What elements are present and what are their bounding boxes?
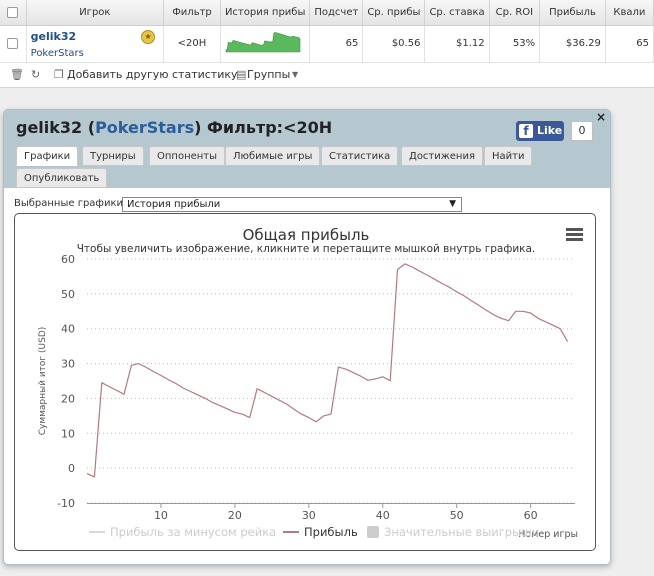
chart-menu-icon[interactable] xyxy=(566,228,583,241)
facebook-like-count: 0 xyxy=(571,121,593,141)
column-header-profit-history[interactable]: История прибы xyxy=(220,0,311,26)
profit-cell: $36.29 xyxy=(539,25,606,63)
chart-select[interactable]: История прибыли ▼ xyxy=(122,197,462,212)
tab-favorite-games[interactable]: Любимые игры xyxy=(225,146,321,166)
dialog-header: gelik32 (PokerStars) Фильтр:<20H f Like … xyxy=(4,110,610,188)
stats-panel: Игрок Фильтр История прибы Подсчет Ср. п… xyxy=(0,0,654,88)
tab-achievements[interactable]: Достижения xyxy=(401,146,483,166)
player-name-link[interactable]: gelik32 xyxy=(31,30,159,43)
add-stats-link[interactable]: Добавить другую статистику xyxy=(67,68,238,81)
x-tick-label: 30 xyxy=(302,509,316,522)
avg-stake-cell: $1.12 xyxy=(424,25,490,63)
profit-sparkline[interactable] xyxy=(225,30,303,54)
profit-history-cell[interactable] xyxy=(220,25,311,63)
row-checkbox[interactable] xyxy=(7,37,19,49)
groups-chevron-down-icon[interactable]: ▼ xyxy=(292,70,298,79)
column-header-avg-profit[interactable]: Ср. прибы xyxy=(362,0,426,26)
select-all-header[interactable] xyxy=(0,0,27,26)
tab-opponents[interactable]: Оппоненты xyxy=(149,146,226,166)
chart-select-label: Выбранные графики: xyxy=(14,198,127,209)
select-all-checkbox[interactable] xyxy=(7,6,19,18)
dialog-title-player: gelik32 xyxy=(16,118,83,137)
chart-title: Общая прибыль xyxy=(243,226,370,244)
refresh-icon[interactable]: ↻ xyxy=(31,68,40,81)
legend-symbol-big-wins xyxy=(367,526,379,538)
y-tick-label: 0 xyxy=(68,462,75,475)
add-column-icon: ❐ xyxy=(54,68,64,81)
tab-tournaments[interactable]: Турниры xyxy=(82,146,144,166)
close-icon[interactable]: × xyxy=(596,110,606,124)
legend-item-profit: Прибыль xyxy=(304,525,358,539)
dialog-title: gelik32 (PokerStars) Фильтр:<20H xyxy=(16,118,332,137)
chart-select-value: История прибыли xyxy=(127,199,221,210)
column-header-qualified[interactable]: Квали xyxy=(605,0,654,26)
y-tick-label: 10 xyxy=(61,427,75,440)
column-header-profit[interactable]: Прибыль xyxy=(539,0,606,26)
x-tick-label: 60 xyxy=(524,509,538,522)
avg-profit-cell: $0.56 xyxy=(362,25,426,63)
qualified-cell: 65 xyxy=(605,25,654,63)
player-site-link[interactable]: PokerStars xyxy=(31,48,159,59)
table-row: gelik32 PokerStars ★ <20H 65 $0.56 $1.12… xyxy=(0,25,654,63)
stats-toolbar: 🗑 ↻ ❐ Добавить другую статистику ▤ Групп… xyxy=(0,65,654,85)
tab-statistics[interactable]: Статистика xyxy=(321,146,399,166)
column-header-avg-roi[interactable]: Ср. ROI xyxy=(489,0,541,26)
dialog-title-open: ( xyxy=(87,118,96,137)
y-tick-label: -10 xyxy=(57,497,75,510)
avg-roi-cell: 53% xyxy=(489,25,541,63)
y-tick-label: 30 xyxy=(61,358,75,371)
row-checkbox-cell[interactable] xyxy=(0,25,27,63)
y-tick-label: 50 xyxy=(61,288,75,301)
dialog-title-site[interactable]: PokerStars xyxy=(95,118,194,137)
facebook-icon: f xyxy=(519,124,533,138)
dialog-title-filter: Фильтр:<20H xyxy=(207,118,333,137)
groups-menu[interactable]: Группы xyxy=(247,68,290,81)
trash-icon[interactable]: 🗑 xyxy=(10,68,24,81)
stats-table: Игрок Фильтр История прибы Подсчет Ср. п… xyxy=(0,0,654,63)
series-line-profit xyxy=(86,263,569,478)
tab-search[interactable]: Найти xyxy=(484,146,533,166)
column-header-filter[interactable]: Фильтр xyxy=(163,0,221,26)
player-dialog: gelik32 (PokerStars) Фильтр:<20H f Like … xyxy=(3,109,611,565)
tab-publish[interactable]: Опубликовать xyxy=(16,168,108,188)
groups-icon: ▤ xyxy=(236,68,247,81)
x-tick-label: 40 xyxy=(376,509,390,522)
legend-item-net-profit: Прибыль за минусом рейка xyxy=(110,525,276,539)
y-tick-label: 20 xyxy=(61,392,75,405)
chart-subtitle: Чтобы увеличить изображение, кликните и … xyxy=(77,243,536,255)
table-header-row: Игрок Фильтр История прибы Подсчет Ср. п… xyxy=(0,0,654,26)
profit-chart[interactable]: Общая прибыльЧтобы увеличить изображение… xyxy=(15,214,596,551)
y-tick-label: 40 xyxy=(61,323,75,336)
y-tick-label: 60 xyxy=(61,253,75,266)
achievement-badge-icon: ★ xyxy=(141,29,156,44)
column-header-player[interactable]: Игрок xyxy=(26,0,165,26)
column-header-avg-stake[interactable]: Ср. ставка xyxy=(424,0,490,26)
count-cell: 65 xyxy=(309,25,364,63)
column-header-count[interactable]: Подсчет xyxy=(309,0,364,26)
facebook-like-button[interactable]: f Like xyxy=(516,121,564,141)
y-axis-label: Суммарный итог (USD) xyxy=(38,327,48,436)
facebook-like-label: Like xyxy=(537,124,563,137)
tab-charts[interactable]: Графики xyxy=(16,146,79,166)
player-cell: gelik32 PokerStars ★ xyxy=(26,25,165,63)
x-tick-label: 10 xyxy=(154,509,168,522)
filter-cell: <20H xyxy=(163,25,221,63)
x-tick-label: 20 xyxy=(228,509,242,522)
chart-container[interactable]: Общая прибыль Чтобы увеличить изображение… xyxy=(14,213,596,551)
dialog-title-close: ) xyxy=(194,118,202,137)
legend-item-big-wins: Значительные выигрыши xyxy=(384,525,539,539)
x-tick-label: 50 xyxy=(450,509,464,522)
chevron-down-icon[interactable]: ▼ xyxy=(449,198,456,211)
